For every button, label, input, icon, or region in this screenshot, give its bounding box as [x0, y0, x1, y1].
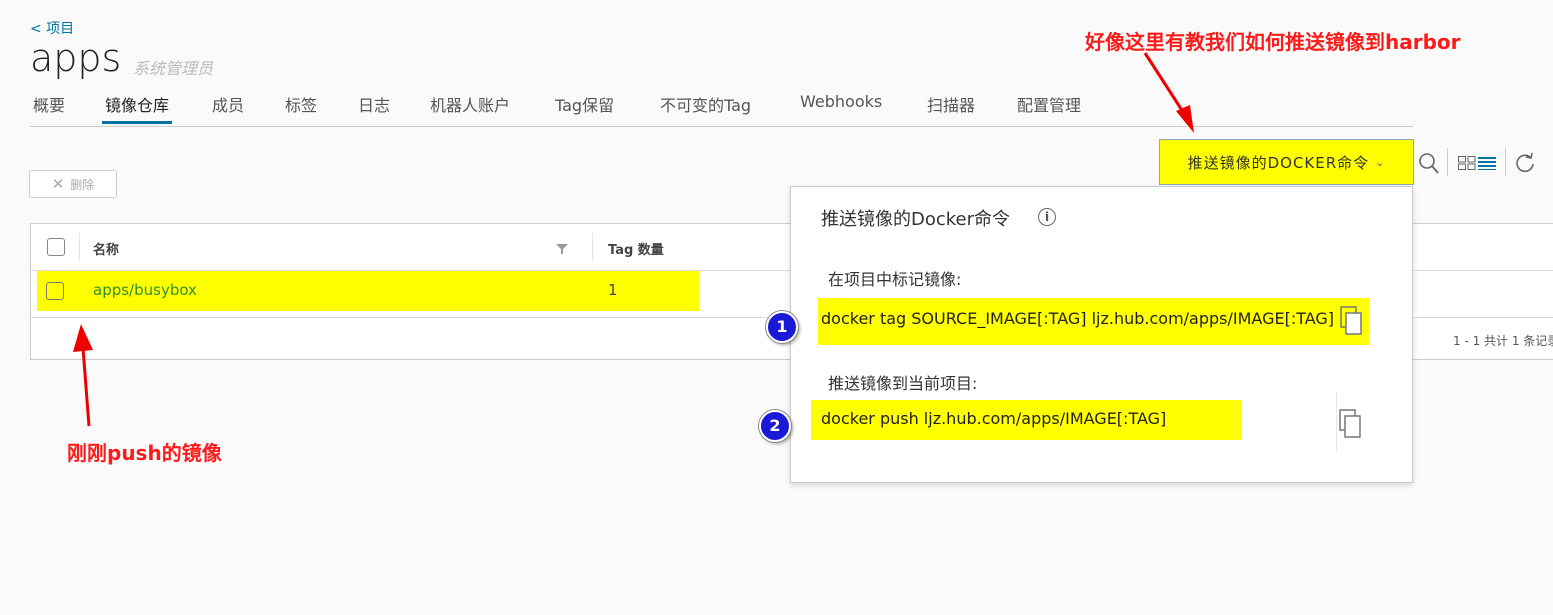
push-command-label: 推送镜像到当前项目: — [828, 374, 978, 393]
table-row[interactable]: apps/busybox 1 — [37, 271, 699, 311]
column-divider — [592, 233, 593, 261]
push-command-text[interactable]: docker push ljz.hub.com/apps/IMAGE[:TAG] — [821, 409, 1166, 428]
column-divider — [79, 233, 80, 261]
copy-push-command-icon[interactable] — [1339, 409, 1363, 439]
column-header-tag-count[interactable]: Tag 数量 — [608, 239, 664, 258]
copy-divider — [1336, 392, 1337, 452]
user-role-label: 系统管理员 — [133, 59, 214, 78]
tab-webhooks[interactable]: Webhooks — [800, 92, 882, 111]
tab-summary[interactable]: 概要 — [33, 92, 65, 116]
tab-logs[interactable]: 日志 — [358, 92, 390, 116]
repository-name-link[interactable]: apps/busybox — [93, 281, 197, 299]
annotation-pushed-image: 刚刚push的镜像 — [67, 441, 222, 465]
toolbar-divider — [1447, 148, 1448, 176]
delete-button[interactable]: ✕ 删除 — [29, 170, 117, 198]
delete-button-label: 删除 — [70, 177, 95, 192]
grid-view-icon[interactable] — [1458, 156, 1476, 170]
step-1-badge: 1 — [766, 311, 798, 343]
tag-command-highlight: docker tag SOURCE_IMAGE[:TAG] ljz.hub.co… — [818, 298, 1369, 345]
tab-members[interactable]: 成员 — [212, 92, 244, 116]
refresh-icon[interactable] — [1514, 152, 1536, 174]
column-header-name[interactable]: 名称 — [93, 239, 119, 258]
push-command-highlight: docker push ljz.hub.com/apps/IMAGE[:TAG] — [811, 400, 1242, 440]
back-to-projects-link[interactable]: < 项目 — [30, 18, 74, 38]
row-checkbox[interactable] — [46, 282, 64, 300]
tab-tag-immutability[interactable]: 不可变的Tag — [660, 92, 751, 116]
search-icon[interactable] — [1418, 151, 1440, 175]
tag-command-label: 在项目中标记镜像: — [828, 270, 962, 289]
list-view-icon[interactable] — [1478, 156, 1496, 170]
tab-robot-accounts[interactable]: 机器人账户 — [430, 92, 510, 116]
push-command-dropdown-button[interactable]: 推送镜像的DOCKER命令 ⌄ — [1159, 139, 1414, 185]
tab-tag-retention[interactable]: Tag保留 — [555, 92, 614, 116]
select-all-checkbox[interactable] — [47, 238, 65, 256]
popover-title: 推送镜像的Docker命令 — [821, 209, 1011, 230]
tab-scanner[interactable]: 扫描器 — [927, 92, 975, 116]
repository-tag-count: 1 — [608, 281, 618, 299]
annotation-arrow-up-icon — [73, 324, 93, 427]
tab-repositories[interactable]: 镜像仓库 — [101, 92, 173, 124]
step-2-badge: 2 — [759, 410, 791, 442]
tab-configuration[interactable]: 配置管理 — [1017, 92, 1081, 116]
tag-command-text[interactable]: docker tag SOURCE_IMAGE[:TAG] ljz.hub.co… — [821, 309, 1337, 328]
page-title: apps — [30, 36, 122, 80]
annotation-arrow-down-icon — [1143, 52, 1194, 133]
push-command-popover: 推送镜像的Docker命令 i 在项目中标记镜像: docker tag SOU… — [790, 186, 1413, 483]
filter-icon[interactable] — [556, 243, 568, 255]
tab-labels[interactable]: 标签 — [285, 92, 317, 116]
toolbar-divider — [1505, 148, 1506, 176]
pagination-info: 1 - 1 共计 1 条记录 — [1453, 334, 1553, 348]
info-icon[interactable]: i — [1038, 208, 1056, 226]
copy-tag-command-icon[interactable] — [1340, 306, 1364, 336]
push-command-button-label: 推送镜像的DOCKER命令 — [1187, 153, 1370, 172]
chevron-down-icon: ⌄ — [1375, 155, 1386, 169]
close-icon: ✕ — [51, 174, 65, 193]
